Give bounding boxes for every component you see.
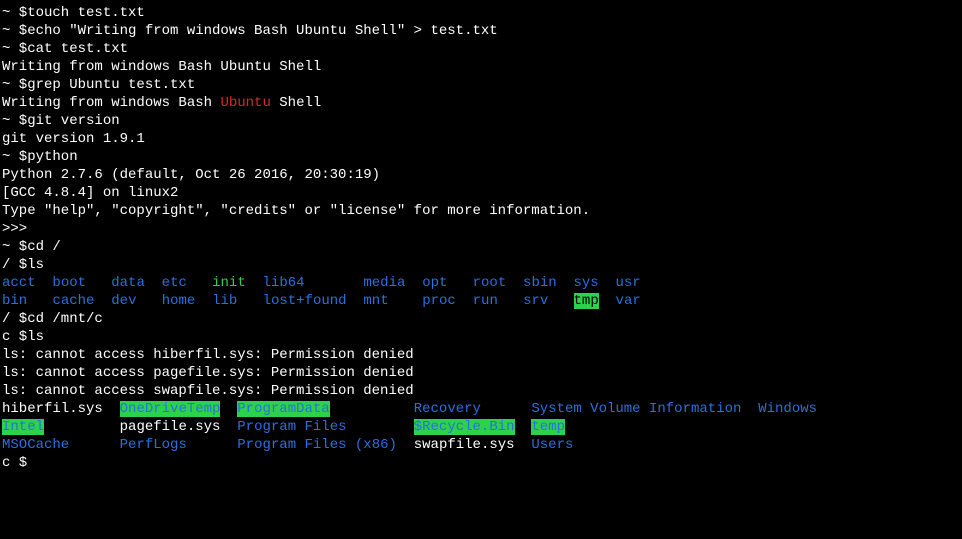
dir-msocache: MSOCache [2, 437, 69, 453]
dir-recycle: $Recycle.Bin [414, 419, 515, 435]
dir-lib64: lib64 [263, 275, 305, 291]
dir-lostfound: lost+found [263, 293, 347, 309]
dir-recovery: Recovery [414, 401, 481, 417]
file-pagefile: pagefile.sys [120, 419, 221, 435]
dir-pf86: Program Files (x86) [237, 437, 397, 453]
dir-users: Users [531, 437, 573, 453]
dir-run: run [473, 293, 498, 309]
cmd-ls-c: c $ls [2, 328, 960, 346]
cmd-cd-root: ~ $cd / [2, 238, 960, 256]
ls-c-row3: MSOCache PerfLogs Program Files (x86) sw… [2, 436, 960, 454]
ls-error-2: ls: cannot access pagefile.sys: Permissi… [2, 364, 960, 382]
python-prompt: >>> [2, 220, 960, 238]
ls-error-1: ls: cannot access hiberfil.sys: Permissi… [2, 346, 960, 364]
cmd-cd-mntc: / $cd /mnt/c [2, 310, 960, 328]
cmd-echo: ~ $echo "Writing from windows Bash Ubunt… [2, 22, 960, 40]
dir-proc: proc [422, 293, 456, 309]
ls-error-3: ls: cannot access swapfile.sys: Permissi… [2, 382, 960, 400]
cmd-ls-root: / $ls [2, 256, 960, 274]
dir-media: media [363, 275, 405, 291]
dir-etc: etc [162, 275, 187, 291]
dir-cache: cache [52, 293, 94, 309]
dir-sysvol: System Volume Information [531, 401, 741, 417]
dir-sys: sys [573, 275, 598, 291]
dir-data: data [111, 275, 145, 291]
cmd-touch: ~ $touch test.txt [2, 4, 960, 22]
terminal-output[interactable]: ~ $touch test.txt ~ $echo "Writing from … [2, 4, 960, 472]
dir-temp: temp [531, 419, 565, 435]
dir-sbin: sbin [523, 275, 557, 291]
ls-c-row1: hiberfil.sys OneDriveTemp ProgramData Re… [2, 400, 960, 418]
cat-output: Writing from windows Bash Ubuntu Shell [2, 58, 960, 76]
dir-mnt: mnt [363, 293, 388, 309]
grep-output: Writing from windows Bash Ubuntu Shell [2, 94, 960, 112]
file-hiberfil: hiberfil.sys [2, 401, 103, 417]
dir-dev: dev [111, 293, 136, 309]
dir-home: home [162, 293, 196, 309]
dir-programfiles: Program Files [237, 419, 346, 435]
dir-usr: usr [616, 275, 641, 291]
python-banner-2: [GCC 4.8.4] on linux2 [2, 184, 960, 202]
cmd-grep: ~ $grep Ubuntu test.txt [2, 76, 960, 94]
prompt-current[interactable]: c $ [2, 454, 960, 472]
grep-match: Ubuntu [220, 95, 270, 111]
dir-opt: opt [422, 275, 447, 291]
python-banner-3: Type "help", "copyright", "credits" or "… [2, 202, 960, 220]
cmd-python: ~ $python [2, 148, 960, 166]
dir-boot: boot [52, 275, 86, 291]
grep-post: Shell [271, 95, 321, 111]
dir-intel: Intel [2, 419, 44, 435]
git-output: git version 1.9.1 [2, 130, 960, 148]
dir-root: root [473, 275, 507, 291]
cmd-cat: ~ $cat test.txt [2, 40, 960, 58]
dir-programdata: ProgramData [237, 401, 329, 417]
dir-tmp: tmp [574, 293, 599, 309]
ls-root-row1: acct boot data etc init lib64 media opt … [2, 274, 960, 292]
file-init: init [212, 275, 246, 291]
dir-bin: bin [2, 293, 27, 309]
file-swapfile: swapfile.sys [414, 437, 515, 453]
dir-perflogs: PerfLogs [120, 437, 187, 453]
ls-c-row2: Intel pagefile.sys Program Files $Recycl… [2, 418, 960, 436]
dir-lib: lib [212, 293, 237, 309]
ls-root-row2: bin cache dev home lib lost+found mnt pr… [2, 292, 960, 310]
python-banner-1: Python 2.7.6 (default, Oct 26 2016, 20:3… [2, 166, 960, 184]
dir-windows: Windows [758, 401, 817, 417]
dir-srv: srv [523, 293, 548, 309]
grep-pre: Writing from windows Bash [2, 95, 220, 111]
dir-acct: acct [2, 275, 36, 291]
dir-var: var [616, 293, 641, 309]
cmd-git-version: ~ $git version [2, 112, 960, 130]
dir-onedrivetemp: OneDriveTemp [120, 401, 221, 417]
